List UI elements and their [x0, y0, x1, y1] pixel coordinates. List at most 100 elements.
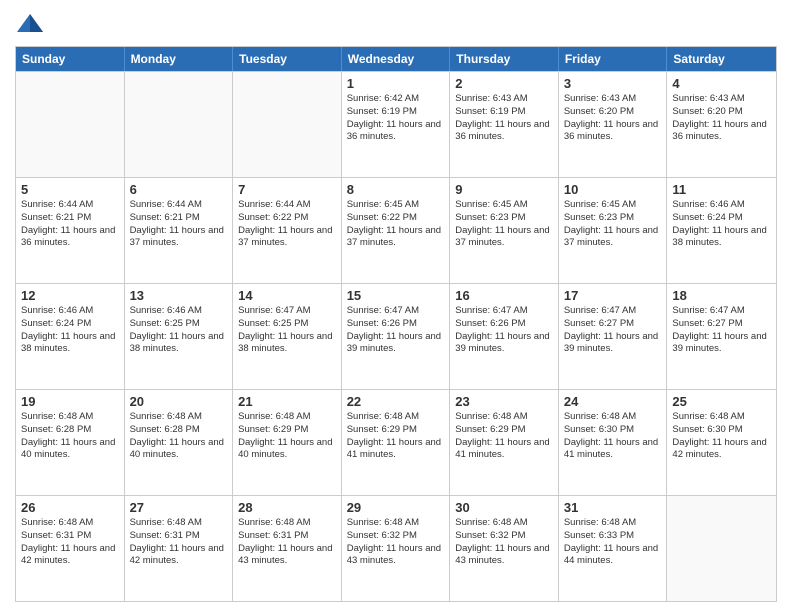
day-info: Sunrise: 6:45 AMSunset: 6:23 PMDaylight:…: [564, 199, 662, 250]
calendar-cell: 1 Sunrise: 6:42 AMSunset: 6:19 PMDaylight…: [342, 72, 451, 177]
header: [15, 10, 777, 40]
day-number: 23: [455, 394, 553, 409]
day-info: Sunrise: 6:48 AMSunset: 6:28 PMDaylight:…: [130, 411, 228, 462]
calendar-cell: 20 Sunrise: 6:48 AMSunset: 6:28 PMDayligh…: [125, 390, 234, 495]
day-info: Sunrise: 6:48 AMSunset: 6:28 PMDaylight:…: [21, 411, 119, 462]
day-info: Sunrise: 6:44 AMSunset: 6:21 PMDaylight:…: [130, 199, 228, 250]
day-info: Sunrise: 6:47 AMSunset: 6:27 PMDaylight:…: [672, 305, 771, 356]
calendar-row: 12Sunrise: 6:46 AMSunset: 6:24 PMDayligh…: [16, 283, 776, 389]
day-number: 14: [238, 288, 336, 303]
weekday-header: Wednesday: [342, 47, 451, 71]
calendar-cell: 14Sunrise: 6:47 AMSunset: 6:25 PMDayligh…: [233, 284, 342, 389]
day-info: Sunrise: 6:47 AMSunset: 6:27 PMDaylight:…: [564, 305, 662, 356]
weekday-header: Thursday: [450, 47, 559, 71]
calendar-cell: 2 Sunrise: 6:43 AMSunset: 6:19 PMDaylight…: [450, 72, 559, 177]
day-number: 1: [347, 76, 445, 91]
day-number: 20: [130, 394, 228, 409]
day-number: 30: [455, 500, 553, 515]
calendar-cell: 3 Sunrise: 6:43 AMSunset: 6:20 PMDaylight…: [559, 72, 668, 177]
day-info: Sunrise: 6:46 AMSunset: 6:24 PMDaylight:…: [672, 199, 771, 250]
calendar-cell: 24 Sunrise: 6:48 AMSunset: 6:30 PMDayligh…: [559, 390, 668, 495]
day-info: Sunrise: 6:47 AMSunset: 6:26 PMDaylight:…: [347, 305, 445, 356]
day-number: 26: [21, 500, 119, 515]
day-info: Sunrise: 6:44 AMSunset: 6:21 PMDaylight:…: [21, 199, 119, 250]
calendar-row: 5 Sunrise: 6:44 AMSunset: 6:21 PMDaylight…: [16, 177, 776, 283]
calendar-cell: 6 Sunrise: 6:44 AMSunset: 6:21 PMDaylight…: [125, 178, 234, 283]
calendar-header: SundayMondayTuesdayWednesdayThursdayFrid…: [16, 47, 776, 71]
day-info: Sunrise: 6:48 AMSunset: 6:32 PMDaylight:…: [347, 517, 445, 568]
calendar-cell: 22 Sunrise: 6:48 AMSunset: 6:29 PMDayligh…: [342, 390, 451, 495]
calendar-cell: 4 Sunrise: 6:43 AMSunset: 6:20 PMDaylight…: [667, 72, 776, 177]
day-number: 18: [672, 288, 771, 303]
day-number: 3: [564, 76, 662, 91]
day-info: Sunrise: 6:48 AMSunset: 6:33 PMDaylight:…: [564, 517, 662, 568]
calendar-cell: 5 Sunrise: 6:44 AMSunset: 6:21 PMDaylight…: [16, 178, 125, 283]
day-info: Sunrise: 6:43 AMSunset: 6:20 PMDaylight:…: [564, 93, 662, 144]
calendar-cell: 31 Sunrise: 6:48 AMSunset: 6:33 PMDayligh…: [559, 496, 668, 601]
calendar-cell: 19 Sunrise: 6:48 AMSunset: 6:28 PMDayligh…: [16, 390, 125, 495]
calendar-cell: 25Sunrise: 6:48 AMSunset: 6:30 PMDayligh…: [667, 390, 776, 495]
day-number: 16: [455, 288, 553, 303]
calendar-cell: 30 Sunrise: 6:48 AMSunset: 6:32 PMDayligh…: [450, 496, 559, 601]
calendar-cell: 17 Sunrise: 6:47 AMSunset: 6:27 PMDayligh…: [559, 284, 668, 389]
weekday-header: Friday: [559, 47, 668, 71]
day-number: 22: [347, 394, 445, 409]
logo: [15, 10, 49, 40]
calendar-cell: 23Sunrise: 6:48 AMSunset: 6:29 PMDayligh…: [450, 390, 559, 495]
calendar-cell: 29 Sunrise: 6:48 AMSunset: 6:32 PMDayligh…: [342, 496, 451, 601]
day-number: 29: [347, 500, 445, 515]
day-number: 19: [21, 394, 119, 409]
day-info: Sunrise: 6:48 AMSunset: 6:29 PMDaylight:…: [347, 411, 445, 462]
day-number: 25: [672, 394, 771, 409]
calendar-cell: [233, 72, 342, 177]
day-number: 4: [672, 76, 771, 91]
page: SundayMondayTuesdayWednesdayThursdayFrid…: [0, 0, 792, 612]
day-number: 13: [130, 288, 228, 303]
day-info: Sunrise: 6:44 AMSunset: 6:22 PMDaylight:…: [238, 199, 336, 250]
calendar-cell: 27 Sunrise: 6:48 AMSunset: 6:31 PMDayligh…: [125, 496, 234, 601]
day-info: Sunrise: 6:45 AMSunset: 6:23 PMDaylight:…: [455, 199, 553, 250]
day-info: Sunrise: 6:42 AMSunset: 6:19 PMDaylight:…: [347, 93, 445, 144]
day-number: 17: [564, 288, 662, 303]
calendar-cell: 16 Sunrise: 6:47 AMSunset: 6:26 PMDayligh…: [450, 284, 559, 389]
logo-icon: [15, 10, 45, 40]
day-number: 6: [130, 182, 228, 197]
calendar-row: 1 Sunrise: 6:42 AMSunset: 6:19 PMDaylight…: [16, 71, 776, 177]
day-number: 31: [564, 500, 662, 515]
day-number: 28: [238, 500, 336, 515]
calendar-cell: 26 Sunrise: 6:48 AMSunset: 6:31 PMDayligh…: [16, 496, 125, 601]
day-number: 27: [130, 500, 228, 515]
calendar-cell: 9 Sunrise: 6:45 AMSunset: 6:23 PMDaylight…: [450, 178, 559, 283]
weekday-header: Saturday: [667, 47, 776, 71]
calendar-cell: 12Sunrise: 6:46 AMSunset: 6:24 PMDayligh…: [16, 284, 125, 389]
weekday-header: Sunday: [16, 47, 125, 71]
calendar-cell: 8Sunrise: 6:45 AMSunset: 6:22 PMDaylight…: [342, 178, 451, 283]
day-info: Sunrise: 6:48 AMSunset: 6:29 PMDaylight:…: [238, 411, 336, 462]
day-info: Sunrise: 6:43 AMSunset: 6:19 PMDaylight:…: [455, 93, 553, 144]
calendar-cell: [16, 72, 125, 177]
calendar-row: 26 Sunrise: 6:48 AMSunset: 6:31 PMDayligh…: [16, 495, 776, 601]
day-info: Sunrise: 6:48 AMSunset: 6:31 PMDaylight:…: [238, 517, 336, 568]
day-info: Sunrise: 6:45 AMSunset: 6:22 PMDaylight:…: [347, 199, 445, 250]
calendar-cell: 7Sunrise: 6:44 AMSunset: 6:22 PMDaylight…: [233, 178, 342, 283]
day-info: Sunrise: 6:48 AMSunset: 6:30 PMDaylight:…: [564, 411, 662, 462]
calendar-body: 1 Sunrise: 6:42 AMSunset: 6:19 PMDaylight…: [16, 71, 776, 601]
weekday-header: Tuesday: [233, 47, 342, 71]
calendar-cell: 11Sunrise: 6:46 AMSunset: 6:24 PMDayligh…: [667, 178, 776, 283]
day-number: 24: [564, 394, 662, 409]
calendar-cell: 15 Sunrise: 6:47 AMSunset: 6:26 PMDayligh…: [342, 284, 451, 389]
calendar-cell: 18 Sunrise: 6:47 AMSunset: 6:27 PMDayligh…: [667, 284, 776, 389]
day-info: Sunrise: 6:48 AMSunset: 6:31 PMDaylight:…: [130, 517, 228, 568]
calendar-row: 19 Sunrise: 6:48 AMSunset: 6:28 PMDayligh…: [16, 389, 776, 495]
day-info: Sunrise: 6:47 AMSunset: 6:26 PMDaylight:…: [455, 305, 553, 356]
calendar-cell: 21Sunrise: 6:48 AMSunset: 6:29 PMDayligh…: [233, 390, 342, 495]
day-number: 5: [21, 182, 119, 197]
day-info: Sunrise: 6:48 AMSunset: 6:31 PMDaylight:…: [21, 517, 119, 568]
calendar-cell: [125, 72, 234, 177]
day-number: 15: [347, 288, 445, 303]
day-info: Sunrise: 6:43 AMSunset: 6:20 PMDaylight:…: [672, 93, 771, 144]
day-number: 9: [455, 182, 553, 197]
weekday-header: Monday: [125, 47, 234, 71]
day-info: Sunrise: 6:48 AMSunset: 6:32 PMDaylight:…: [455, 517, 553, 568]
day-number: 2: [455, 76, 553, 91]
